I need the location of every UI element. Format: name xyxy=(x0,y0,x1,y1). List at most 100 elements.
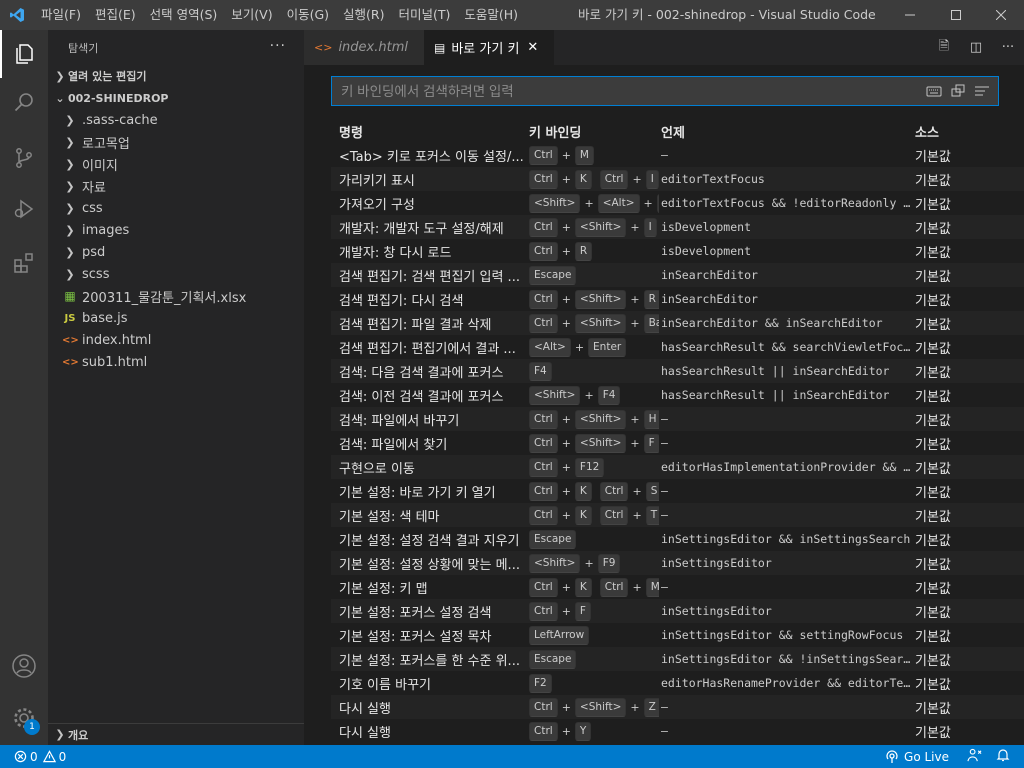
open-editors-label: 열려 있는 편집기 xyxy=(68,70,147,83)
table-row[interactable]: 기본 설정: 설정 검색 결과 지우기 Escape inSettingsEdito… xyxy=(331,527,1024,551)
tab-index-html[interactable]: <> index.html xyxy=(304,30,424,65)
explorer-button[interactable] xyxy=(0,30,48,78)
minimize-button[interactable] xyxy=(887,0,933,30)
extensions-button[interactable] xyxy=(0,239,48,287)
tree-item[interactable]: JS base.js xyxy=(48,307,304,329)
manage-button[interactable]: 1 xyxy=(0,694,48,742)
tree-item[interactable]: ❯ 이미지 xyxy=(48,153,304,175)
tree-item[interactable]: ▦ 200311_물감툰_기획서.xlsx xyxy=(48,285,304,307)
open-json-icon[interactable]: 🗎 xyxy=(928,37,960,59)
sort-by-precedence-icon[interactable] xyxy=(950,83,966,99)
command-cell: 검색 편집기: 다시 검색 xyxy=(339,293,464,309)
menu-edit[interactable]: 편집(E) xyxy=(88,0,143,30)
key-label: <Shift> xyxy=(574,433,627,453)
tree-item[interactable]: ❯ 자료 xyxy=(48,175,304,197)
table-row[interactable]: 검색 편집기: 편집기에서 결과 ... <Alt> + Enter hasSearch… xyxy=(331,335,1024,359)
table-row[interactable]: <Tab> 키로 포커스 이동 설정/... Ctrl + M — 기본값 xyxy=(331,143,1024,167)
more-actions-icon[interactable]: ··· xyxy=(992,40,1024,55)
table-row[interactable]: 검색 편집기: 검색 편집기 입력 ... Escape inSearchEdito… xyxy=(331,263,1024,287)
feedback-icon[interactable] xyxy=(967,748,982,766)
tree-item[interactable]: <> sub1.html xyxy=(48,351,304,373)
chevron-right-icon: ❯ xyxy=(55,728,65,741)
key-separator: + xyxy=(630,412,640,426)
key-separator: + xyxy=(584,196,594,210)
maximize-button[interactable] xyxy=(933,0,979,30)
tab-keyboard-shortcuts[interactable]: ▤ 바로 가기 키 ✕ xyxy=(424,30,554,65)
vscode-logo-icon[interactable] xyxy=(0,0,34,30)
menu-run[interactable]: 실행(R) xyxy=(336,0,391,30)
table-row[interactable]: 검색: 다음 검색 결과에 포커스 F4 hasSearchResult || in… xyxy=(331,359,1024,383)
tree-item[interactable]: ❯ scss xyxy=(48,263,304,285)
record-keys-icon[interactable] xyxy=(926,83,942,99)
column-when[interactable]: 언제 xyxy=(659,122,911,141)
table-row[interactable]: 검색 편집기: 파일 결과 삭제Ctrl+<Shift>+Backspacein… xyxy=(331,311,1024,335)
when-cell: editorTextFocus xyxy=(661,172,765,186)
key-label: Z xyxy=(643,697,659,717)
search-view-button[interactable] xyxy=(0,78,48,126)
open-editors-section[interactable]: ❯ 열려 있는 편집기 xyxy=(48,65,304,87)
tree-item[interactable]: ❯ 로고목업 xyxy=(48,131,304,153)
table-row[interactable]: 기본 설정: 설정 상황에 맞는 메... <Shift> + F9 inSetting… xyxy=(331,551,1024,575)
key-chord: Ctrl + Y xyxy=(529,721,592,741)
run-debug-button[interactable] xyxy=(0,185,48,233)
table-row[interactable]: 기본 설정: 바로 가기 키 열기 Ctrl + K Ctrl + S — 기본값 xyxy=(331,479,1024,503)
column-keybinding[interactable]: 키 바인딩 xyxy=(525,122,659,141)
tree-item[interactable]: ❯ .sass-cache xyxy=(48,109,304,131)
menu-go[interactable]: 이동(G) xyxy=(280,0,336,30)
folder-section[interactable]: ⌄ 002-SHINEDROP xyxy=(48,87,304,109)
table-row[interactable]: 개발자: 개발자 도구 설정/해제 Ctrl + <Shift> + IisDevelop… xyxy=(331,215,1024,239)
table-row[interactable]: 기호 이름 바꾸기 F2 editorHasRenameProvider && ed… xyxy=(331,671,1024,695)
go-live-button[interactable]: Go Live xyxy=(885,750,949,764)
split-editor-icon[interactable]: ◫ xyxy=(960,40,992,55)
tree-item[interactable]: ❯ css xyxy=(48,197,304,219)
table-row[interactable]: 검색 편집기: 다시 검색 Ctrl + <Shift> + RinSearchEdito… xyxy=(331,287,1024,311)
menu-file[interactable]: 파일(F) xyxy=(34,0,88,30)
accounts-button[interactable] xyxy=(0,642,48,690)
table-row[interactable]: 검색: 이전 검색 결과에 포커스 <Shift> + F4 hasSearchResu… xyxy=(331,383,1024,407)
source-cell: 기본값 xyxy=(915,533,951,549)
key-label: Ctrl xyxy=(529,433,558,453)
key-label: Escape xyxy=(529,265,577,285)
table-row[interactable]: 구현으로 이동 Ctrl + F12 editorHasImplementationPr… xyxy=(331,455,1024,479)
tree-item[interactable]: ❯ images xyxy=(48,219,304,241)
problems-indicator[interactable]: 0 0 xyxy=(14,750,66,764)
table-row[interactable]: 기본 설정: 포커스 설정 검색 Ctrl + FinSettingsEditor 기본… xyxy=(331,599,1024,623)
table-row[interactable]: 기본 설정: 포커스를 한 수준 위... Escape inSettingsEdi… xyxy=(331,647,1024,671)
menu-selection[interactable]: 선택 영역(S) xyxy=(143,0,225,30)
table-row[interactable]: 기본 설정: 포커스 설정 목차 LeftArrow inSettingsEdito… xyxy=(331,623,1024,647)
sidebar-title: 탐색기 xyxy=(68,41,99,55)
table-row[interactable]: 다시 실행 Ctrl + Y — 기본값 xyxy=(331,719,1024,743)
key-chord: Ctrl + <Shift> + H xyxy=(529,409,659,429)
keybinding-search-input[interactable] xyxy=(341,83,901,99)
close-window-button[interactable] xyxy=(978,0,1024,30)
source-control-button[interactable] xyxy=(0,134,48,182)
table-row[interactable]: 다시 실행 Ctrl + <Shift> + Z — 기본값 xyxy=(331,695,1024,719)
search-actions xyxy=(926,83,990,99)
more-actions-icon[interactable]: ··· xyxy=(270,38,286,54)
clear-filter-icon[interactable] xyxy=(974,83,990,99)
menu-terminal[interactable]: 터미널(T) xyxy=(392,0,458,30)
table-row[interactable]: 검색: 파일에서 바꾸기 Ctrl + <Shift> + H — 기본값 xyxy=(331,407,1024,431)
key-label: I xyxy=(643,217,657,237)
table-row[interactable]: 검색: 파일에서 찾기 Ctrl + <Shift> + F — 기본값 xyxy=(331,431,1024,455)
title-bar: 파일(F) 편집(E) 선택 영역(S) 보기(V) 이동(G) 실행(R) 터… xyxy=(0,0,1024,30)
table-row[interactable]: 가리키기 표시 Ctrl + K Ctrl + IeditorTextFocus 기본값 xyxy=(331,167,1024,191)
column-source[interactable]: 소스 xyxy=(911,122,971,141)
close-tab-icon[interactable]: ✕ xyxy=(527,40,538,55)
error-icon xyxy=(14,750,27,763)
table-row[interactable]: 기본 설정: 색 테마 Ctrl + K Ctrl + T — 기본값 xyxy=(331,503,1024,527)
column-command[interactable]: 명령 xyxy=(331,122,525,141)
table-row[interactable]: 기본 설정: 키 맵 Ctrl + K Ctrl + M — 기본값 xyxy=(331,575,1024,599)
menu-help[interactable]: 도움말(H) xyxy=(457,0,525,30)
command-cell: 기본 설정: 키 맵 xyxy=(339,581,428,597)
source-cell: 기본값 xyxy=(915,581,951,597)
table-row[interactable]: 개발자: 창 다시 로드 Ctrl + RisDevelopment 기본값 xyxy=(331,239,1024,263)
outline-section[interactable]: ❯ 개요 xyxy=(48,723,304,745)
table-row[interactable]: 가져오기 구성 <Shift>+<Alt>+OeditorTextFocus &&… xyxy=(331,191,1024,215)
tree-item[interactable]: ❯ psd xyxy=(48,241,304,263)
when-cell: inSearchEditor && inSearchEditor xyxy=(661,316,883,330)
menu-view[interactable]: 보기(V) xyxy=(224,0,279,30)
tree-item[interactable]: <> index.html xyxy=(48,329,304,351)
notifications-bell-icon[interactable] xyxy=(996,748,1010,765)
key-label: F4 xyxy=(597,385,621,405)
